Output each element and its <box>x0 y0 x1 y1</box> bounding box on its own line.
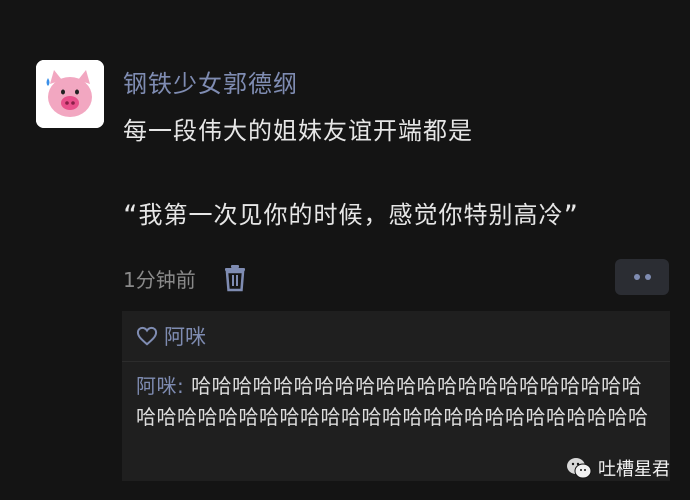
post-text: 每一段伟大的姐妹友谊开端都是 “我第一次见你的时候，感觉你特别高冷” <box>123 117 579 229</box>
heart-outline-icon <box>136 326 158 346</box>
post-time: 1分钟前 <box>123 268 196 292</box>
avatar[interactable] <box>36 60 104 128</box>
divider <box>122 361 670 362</box>
pig-avatar-icon <box>36 60 104 128</box>
more-dots-icon <box>645 274 651 280</box>
like-user-name[interactable]: 阿咪 <box>164 321 206 351</box>
comment-text: 哈哈哈哈哈哈哈哈哈哈哈哈哈哈哈哈哈哈哈哈哈哈哈哈哈哈哈哈哈哈哈哈哈哈哈哈哈哈哈哈… <box>136 374 649 429</box>
likes-row: 阿咪 <box>136 321 206 351</box>
trash-icon[interactable] <box>222 264 248 292</box>
watermark-text: 吐槽星君 <box>598 459 670 480</box>
more-dots-icon <box>634 274 640 280</box>
comment-author[interactable]: 阿咪: <box>136 374 184 398</box>
watermark: 吐槽星君 <box>566 454 670 482</box>
more-button[interactable] <box>615 259 669 295</box>
wechat-official-account-icon <box>567 458 592 479</box>
username[interactable]: 钢铁少女郭德纲 <box>123 64 298 99</box>
